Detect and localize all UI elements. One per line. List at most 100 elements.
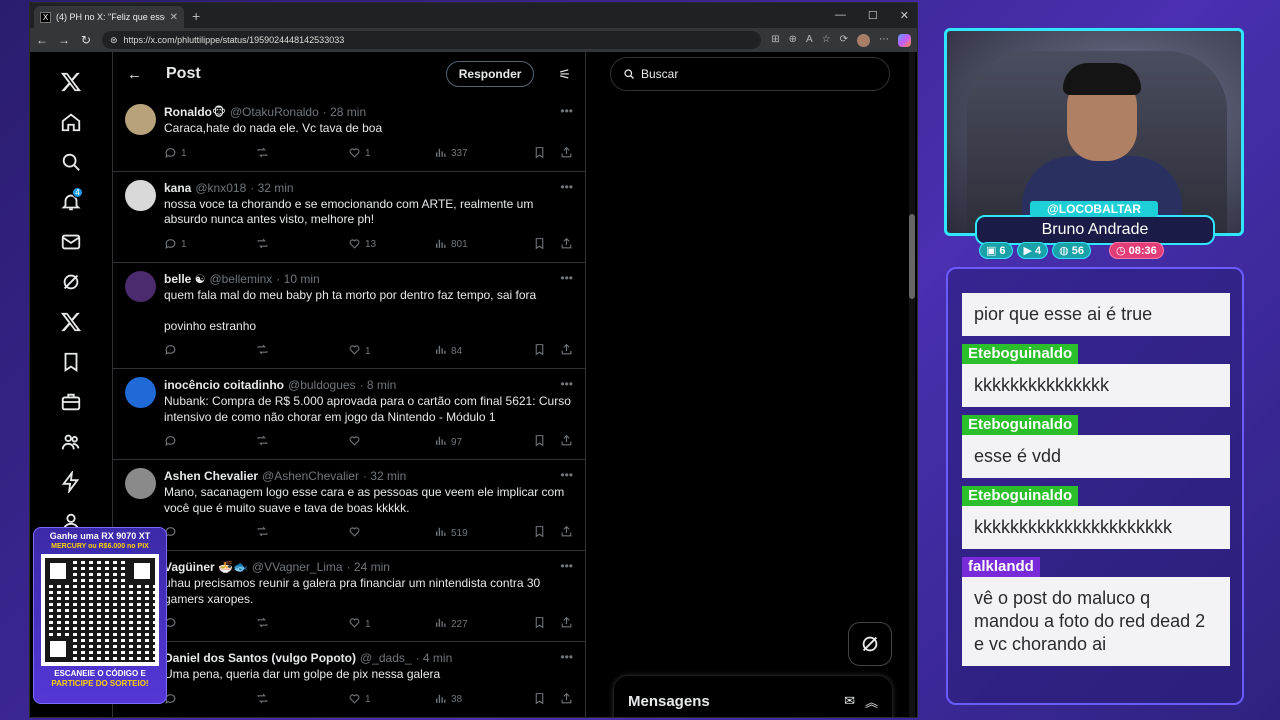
views-action[interactable]: 84 (434, 343, 533, 359)
tweet-author-handle[interactable]: @AshenChevalier (262, 469, 359, 483)
read-aloud-icon[interactable]: A (806, 34, 813, 47)
retweet-action[interactable] (256, 616, 348, 632)
menu-dots-icon[interactable]: ⋯ (879, 34, 889, 47)
retweet-action[interactable] (256, 146, 348, 162)
bookmark-action[interactable] (533, 237, 546, 253)
back-arrow-icon[interactable]: ← (127, 66, 142, 83)
more-options-icon[interactable]: ••• (560, 468, 573, 482)
communities-icon[interactable] (51, 422, 91, 462)
tweet-author-name[interactable]: Ronaldo🐵 (164, 105, 226, 119)
views-action[interactable]: 97 (434, 434, 533, 450)
minimize-icon[interactable]: — (835, 9, 846, 22)
reload-icon[interactable]: ↻ (80, 33, 92, 47)
tweet-avatar[interactable] (125, 377, 156, 408)
profile-avatar-icon[interactable] (857, 33, 870, 47)
views-action[interactable]: 227 (434, 616, 533, 632)
more-options-icon[interactable]: ••• (560, 271, 573, 285)
views-action[interactable]: 801 (434, 237, 533, 253)
maximize-icon[interactable]: ☐ (868, 9, 878, 22)
bookmark-action[interactable] (533, 692, 546, 708)
like-action[interactable]: 1 (348, 146, 434, 162)
premium-x-icon[interactable] (51, 302, 91, 342)
forward-icon[interactable]: → (58, 33, 70, 47)
notifications-bell-icon[interactable]: 4 (51, 182, 91, 222)
tweet-author-name[interactable]: Daniel dos Santos (vulgo Popoto) (164, 651, 356, 665)
site-info-icon[interactable]: ⊜ (110, 35, 118, 46)
like-action[interactable]: 1 (348, 343, 434, 359)
retweet-action[interactable] (256, 343, 348, 359)
tweet-time[interactable]: · 4 min (416, 651, 453, 665)
home-icon[interactable] (51, 102, 91, 142)
tweet-author-handle[interactable]: @buldogues (288, 378, 356, 392)
bookmark-action[interactable] (533, 616, 546, 632)
like-action[interactable]: 13 (348, 237, 434, 253)
reply-action[interactable] (164, 692, 256, 708)
share-action[interactable] (560, 692, 573, 708)
bookmark-action[interactable] (533, 146, 546, 162)
reply-action[interactable] (164, 525, 256, 541)
browser-tab[interactable]: X (4) PH no X: "Feliz que esse aqui ✕ (34, 6, 184, 28)
sliders-settings-icon[interactable]: ⚟ (558, 66, 571, 83)
x-logo-icon[interactable] (51, 62, 91, 102)
share-action[interactable] (560, 434, 573, 450)
tweet-time[interactable]: · 28 min (323, 105, 366, 119)
tweet-time[interactable]: · 8 min (360, 378, 397, 392)
messages-mail-icon[interactable] (51, 222, 91, 262)
more-options-icon[interactable]: ••• (560, 180, 573, 194)
reply-tweet[interactable]: Vagüiner 🍜🐟 @VVagner_Lima · 24 min ••• u… (113, 551, 585, 642)
messages-drawer[interactable]: Mensagens ✉ ︽ (614, 676, 892, 717)
tweet-author-name[interactable]: inocêncio coitadinho (164, 378, 284, 392)
like-action[interactable]: 1 (348, 692, 434, 708)
zoom-icon[interactable]: ⊕ (789, 34, 797, 47)
more-options-icon[interactable]: ••• (560, 650, 573, 664)
reply-action[interactable] (164, 343, 256, 359)
tweet-author-handle[interactable]: @OtakuRonaldo (230, 105, 319, 119)
share-action[interactable] (560, 237, 573, 253)
back-icon[interactable]: ← (36, 33, 48, 47)
like-action[interactable] (348, 434, 434, 450)
copilot-icon[interactable] (898, 33, 911, 47)
bookmark-action[interactable] (533, 525, 546, 541)
bookmarks-icon[interactable] (51, 342, 91, 382)
retweet-action[interactable] (256, 237, 348, 253)
reply-action[interactable] (164, 616, 256, 632)
tweet-author-handle[interactable]: @VVagner_Lima (252, 560, 343, 574)
reply-tweet[interactable]: belle ☯ @belleminx · 10 min ••• quem fal… (113, 263, 585, 369)
reply-tweet[interactable]: kana @knx018 · 32 min ••• nossa voce ta … (113, 172, 585, 263)
like-action[interactable]: 1 (348, 616, 434, 632)
bookmark-action[interactable] (533, 343, 546, 359)
more-options-icon[interactable]: ••• (560, 559, 573, 573)
scroll-thumb[interactable] (909, 214, 915, 299)
tweet-author-name[interactable]: kana (164, 181, 191, 195)
views-action[interactable]: 519 (434, 525, 533, 541)
url-field[interactable]: ⊜ https://x.com/phluttilippe/status/1959… (102, 31, 762, 49)
jobs-briefcase-icon[interactable] (51, 382, 91, 422)
retweet-action[interactable] (256, 525, 348, 541)
tweet-author-name[interactable]: Vagüiner 🍜🐟 (164, 560, 248, 574)
explore-search-icon[interactable] (51, 142, 91, 182)
views-action[interactable]: 38 (434, 692, 533, 708)
tweet-author-handle[interactable]: @belleminx (209, 272, 272, 286)
more-options-icon[interactable]: ••• (560, 104, 573, 118)
tweet-time[interactable]: · 32 min (363, 469, 406, 483)
retweet-action[interactable] (256, 692, 348, 708)
reply-tweet[interactable]: Daniel dos Santos (vulgo Popoto) @_dads_… (113, 642, 585, 717)
bookmark-action[interactable] (533, 434, 546, 450)
views-action[interactable]: 337 (434, 146, 533, 162)
search-input[interactable]: Buscar (610, 57, 890, 91)
tweet-author-name[interactable]: Ashen Chevalier (164, 469, 258, 483)
favorite-star-icon[interactable]: ☆ (822, 34, 831, 47)
tweet-author-name[interactable]: belle ☯ (164, 272, 205, 286)
tweet-time[interactable]: · 10 min (276, 272, 319, 286)
extensions-icon[interactable]: ⟳ (840, 34, 848, 47)
page-scrollbar[interactable] (909, 52, 915, 717)
share-action[interactable] (560, 525, 573, 541)
reply-tweet[interactable]: Ronaldo🐵 @OtakuRonaldo · 28 min ••• Cara… (113, 96, 585, 172)
tab-close-icon[interactable]: ✕ (170, 12, 178, 23)
reply-tweet[interactable]: Ashen Chevalier @AshenChevalier · 32 min… (113, 460, 585, 551)
verified-orgs-bolt-icon[interactable] (51, 462, 91, 502)
grok-floating-button[interactable] (848, 622, 892, 666)
tweet-time[interactable]: · 24 min (347, 560, 390, 574)
reply-button[interactable]: Responder (445, 61, 535, 87)
new-tab-button[interactable]: + (192, 8, 200, 24)
